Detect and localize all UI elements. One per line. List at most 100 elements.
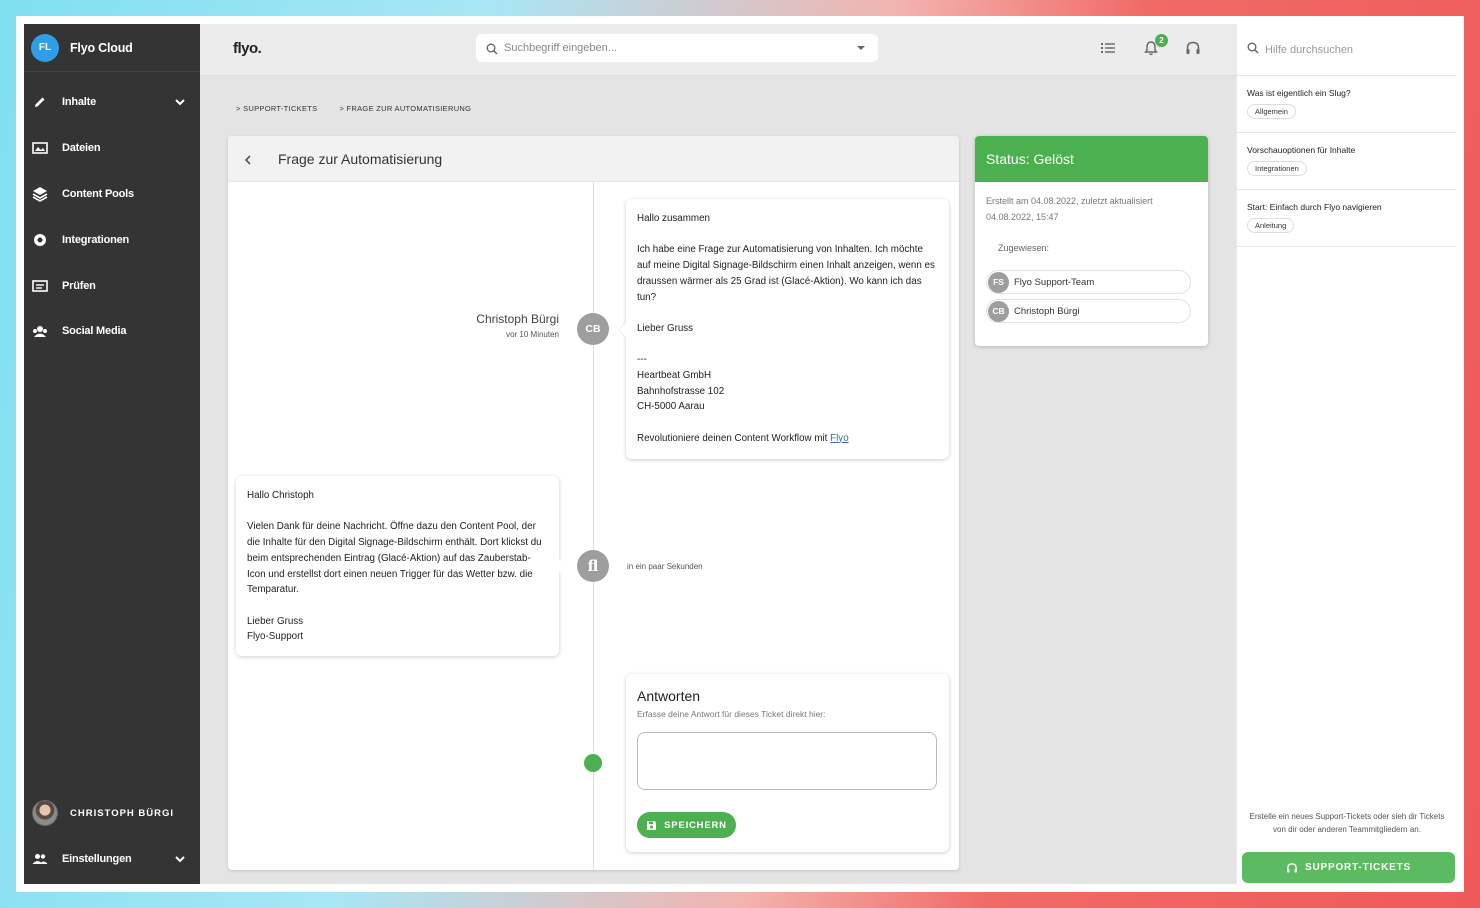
status-meta: Erstellt am 04.08.2022, zuletzt aktualis…	[986, 196, 1153, 222]
help-tag[interactable]: Allgemein	[1247, 104, 1296, 119]
sidebar-item-label: Prüfen	[62, 280, 96, 292]
message-line: Lieber Gruss	[637, 322, 694, 334]
assignee-chip[interactable]: FS Flyo Support-Team	[986, 270, 1191, 294]
avatar	[32, 800, 58, 826]
search-icon	[1247, 41, 1259, 59]
users-icon	[32, 851, 48, 867]
dropdown-caret-icon[interactable]	[857, 46, 865, 50]
save-icon	[646, 820, 657, 831]
page-title: Frage zur Automatisierung	[278, 150, 443, 167]
reply-textarea[interactable]	[637, 732, 937, 790]
sidebar-item-label: Dateien	[62, 142, 101, 154]
ticket-card: Frage zur Automatisierung Christoph Bürg…	[228, 136, 959, 870]
sidebar-item-label: Content Pools	[62, 188, 134, 200]
message-line	[637, 227, 938, 243]
message-signature: Revolutioniere deinen Content Workflow m…	[637, 432, 849, 444]
avatar: CB	[988, 300, 1009, 322]
brand-name: Flyo Cloud	[70, 40, 133, 55]
headset-icon	[1286, 862, 1298, 874]
help-search-input[interactable]	[1265, 43, 1445, 56]
search-icon	[486, 42, 498, 55]
assignee-name: Christoph Bürgi	[1014, 305, 1080, 317]
back-arrow-icon[interactable]	[242, 153, 254, 165]
sidebar-item-integrationen[interactable]: Integrationen	[24, 225, 200, 255]
support-tickets-button[interactable]: SUPPORT-TICKETS	[1242, 852, 1455, 883]
message-line: Hallo zusammen	[637, 213, 710, 224]
message-line: ---	[637, 354, 647, 366]
user-profile[interactable]: CHRISTOPH BÜRGI	[24, 798, 200, 828]
sidebar-item-dateien[interactable]: Dateien	[24, 133, 200, 163]
help-article[interactable]: Vorschauoptionen für Inhalte Integration…	[1237, 133, 1456, 190]
notification-bell-icon[interactable]: 2	[1143, 34, 1168, 58]
search-input[interactable]	[504, 42, 844, 54]
message-line: Bahnhofstrasse 102	[637, 385, 725, 397]
message-bubble: Hallo zusammen Ich habe eine Frage zur Au…	[626, 199, 949, 459]
message-line	[637, 305, 938, 321]
message-author: Christoph Bürgi vor 10 Minuten	[428, 312, 559, 339]
assignee-chip[interactable]: CB Christoph Bürgi	[986, 299, 1191, 323]
reply-title: Antworten	[637, 688, 701, 704]
assignee-list: FS Flyo Support-Team CB Christoph Bürgi	[975, 270, 1208, 323]
help-article-title: Vorschauoptionen für Inhalte	[1247, 145, 1356, 155]
help-article-title: Start: Einfach durch Flyo navigieren	[1247, 202, 1382, 212]
sidebar: FL Flyo Cloud Inhalte Dateien Content Po…	[24, 24, 200, 884]
status-card: Status: Gelöst Erstellt am 04.08.2022, z…	[975, 136, 1208, 346]
message-time: vor 10 Minuten	[506, 330, 559, 339]
avatar: CB	[577, 313, 609, 345]
breadcrumb: > SUPPORT-TICKETS > FRAGE ZUR AUTOMATISI…	[236, 104, 493, 113]
reply-subtitle: Erfasse deine Antwort für dieses Ticket …	[637, 709, 826, 719]
help-article[interactable]: Start: Einfach durch Flyo navigieren Anl…	[1237, 190, 1456, 247]
image-icon	[32, 140, 48, 156]
review-icon	[32, 278, 48, 294]
breadcrumb-item[interactable]: > SUPPORT-TICKETS	[236, 104, 317, 113]
pencil-icon	[32, 94, 48, 110]
message-line: CH-5000 Aarau	[637, 401, 705, 413]
sidebar-item-label: Integrationen	[62, 234, 130, 246]
flyo-link[interactable]: Flyo	[830, 433, 849, 444]
sidebar-item-content-pools[interactable]: Content Pools	[24, 179, 200, 209]
message-line	[247, 504, 548, 520]
message-line	[637, 337, 938, 353]
help-footer-text: Erstelle ein neues Support-Tickets oder …	[1249, 812, 1445, 834]
flyo-logo[interactable]: flyo.	[233, 40, 262, 57]
sidebar-item-einstellungen[interactable]: Einstellungen	[24, 844, 200, 874]
help-tag[interactable]: Anleitung	[1247, 218, 1295, 233]
message-body: Hallo Christoph Vielen Dank für deine Nac…	[247, 488, 548, 645]
save-button[interactable]: SPEICHERN	[637, 812, 736, 838]
message-line: Hallo Christoph	[247, 490, 314, 501]
main-area: flyo. 2 > SUPPORT-TICKETS > FRAGE ZUR A	[200, 24, 1236, 884]
avatar: FS	[988, 271, 1009, 293]
user-name: CHRISTOPH BÜRGI	[70, 807, 175, 819]
layers-icon	[32, 186, 48, 202]
ticket-header: Frage zur Automatisierung	[228, 136, 959, 182]
status-badge: Status: Gelöst	[975, 136, 1208, 182]
brand-avatar: FL	[31, 33, 59, 62]
message-body: Hallo zusammen Ich habe eine Frage zur Au…	[637, 211, 938, 431]
chevron-down-icon	[174, 95, 186, 113]
breadcrumb-item[interactable]: > FRAGE ZUR AUTOMATISIERUNG	[339, 104, 471, 113]
list-icon[interactable]	[1100, 40, 1118, 58]
message-line: Ich habe eine Frage zur Automatisierung …	[637, 244, 935, 303]
message-time: in ein paar Sekunden	[627, 562, 703, 571]
assigned-label: Zugewiesen:	[998, 243, 1050, 253]
brand[interactable]: FL Flyo Cloud	[24, 24, 200, 72]
help-article[interactable]: Was ist eigentlich ein Slug? Allgemein	[1237, 76, 1456, 133]
assignee-name: Flyo Support-Team	[1014, 276, 1095, 288]
help-tag[interactable]: Integrationen	[1247, 161, 1307, 176]
sidebar-item-label: Inhalte	[62, 96, 97, 108]
help-search[interactable]	[1237, 24, 1456, 76]
message-bubble: Hallo Christoph Vielen Dank für deine Nac…	[236, 476, 566, 656]
social-icon	[32, 323, 48, 339]
global-search[interactable]	[476, 34, 878, 62]
help-article-title: Was ist eigentlich ein Slug?	[1247, 88, 1351, 98]
topbar: flyo. 2	[200, 24, 1236, 76]
message-line: Vielen Dank für deine Nachricht. Öffne d…	[247, 521, 542, 596]
headset-icon[interactable]	[1185, 40, 1203, 58]
sidebar-item-social-media[interactable]: Social Media	[24, 316, 200, 346]
message-line: Heartbeat GmbH	[637, 369, 712, 381]
flyo-avatar-icon: fl	[577, 550, 609, 582]
sidebar-item-pruefen[interactable]: Prüfen	[24, 271, 200, 301]
sidebar-item-inhalte[interactable]: Inhalte	[24, 87, 200, 117]
author-name: Christoph Bürgi	[476, 312, 559, 326]
integration-icon	[32, 232, 48, 248]
